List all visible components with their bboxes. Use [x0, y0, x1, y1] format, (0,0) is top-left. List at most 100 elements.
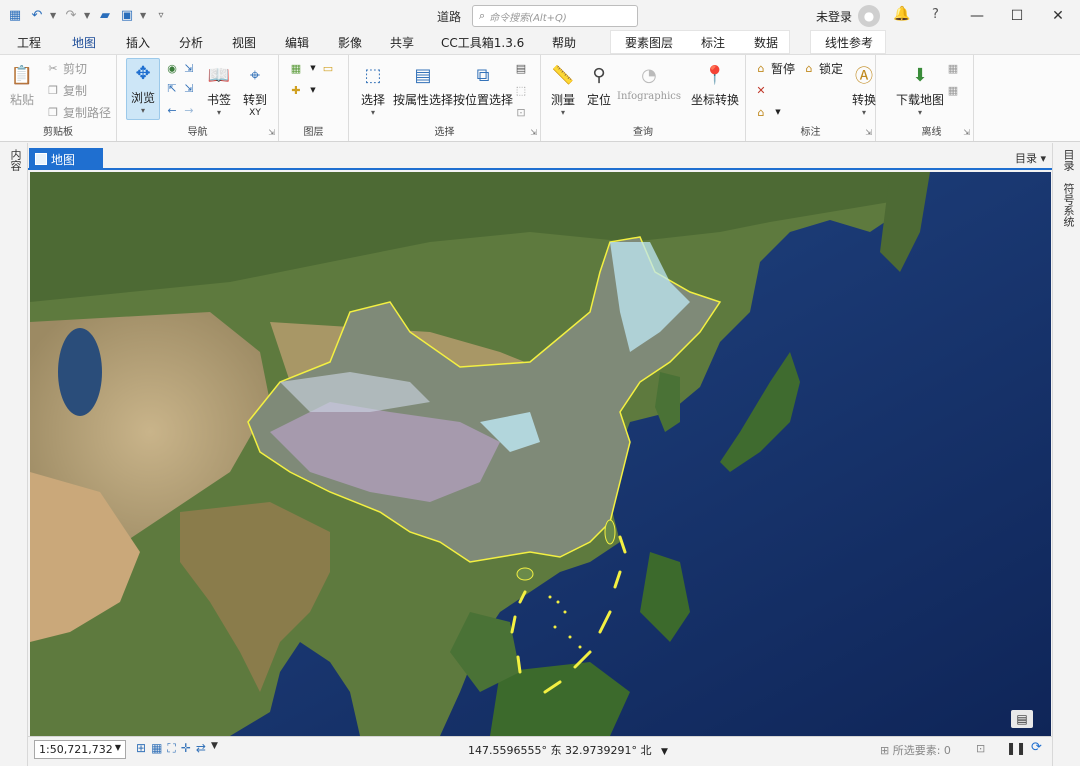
select-by-attributes-button[interactable]: ▤ 按属性选择: [393, 61, 453, 108]
copy-button[interactable]: ❐ 复制: [46, 81, 87, 99]
search-icon: ⌕: [479, 9, 486, 22]
convert-labels-button[interactable]: Ⓐ 转换 ▾: [850, 61, 878, 117]
open-folder-icon[interactable]: ▰: [96, 6, 114, 24]
tab-project[interactable]: 工程: [17, 34, 41, 51]
selection-group: ⬚ 选择 ▾ ▤ 按属性选择 ⧉ 按位置选择 ▤ ⬚ ⊡ 选择 ⇲: [349, 55, 541, 141]
copy-path-button[interactable]: ❐ 复制路径: [46, 103, 111, 121]
command-search-input[interactable]: ⌕ 命令搜索(Alt+Q): [472, 5, 638, 27]
select-label: 选择: [360, 93, 385, 107]
dialog-launcher-icon[interactable]: ⇲: [530, 128, 537, 137]
refresh-disabled-icon[interactable]: ⊡: [976, 742, 985, 755]
clear-selection-button[interactable]: ⬚: [514, 81, 528, 99]
scale-selector[interactable]: 1:50,721,732 ▼: [34, 740, 126, 759]
label-convert-icon: Ⓐ: [855, 66, 873, 87]
locate-label: 定位: [586, 93, 611, 107]
close-icon[interactable]: ✕: [1043, 4, 1073, 28]
paste-button[interactable]: 📋 粘贴: [8, 61, 36, 108]
sync-icon: ▦: [947, 61, 959, 75]
navigate-group-label: 导航: [187, 127, 208, 138]
cut-button[interactable]: ✂ 剪切: [46, 59, 87, 77]
inquiry-group-label: 查询: [633, 127, 653, 138]
tab-analysis[interactable]: 分析: [179, 34, 203, 51]
maximize-icon[interactable]: ☐: [1002, 4, 1032, 28]
refresh-icon[interactable]: ⟳: [1031, 740, 1042, 755]
catalog-pane-tab[interactable]: 目录: [1060, 149, 1076, 171]
infographics-button[interactable]: ◔ Infographics: [617, 61, 681, 103]
snapping-icon[interactable]: ✛: [181, 741, 191, 756]
add-data-button[interactable]: ✚ ▼: [289, 81, 320, 99]
help-icon[interactable]: ?: [932, 7, 939, 22]
pause-labels-button[interactable]: ⌂ 暂停: [754, 59, 796, 77]
dialog-launcher-icon[interactable]: ⇲: [268, 128, 275, 137]
fixed-zoom-button[interactable]: ⇱ ⇲: [165, 79, 196, 97]
lock-labels-button[interactable]: ⌂ 锁定: [802, 59, 844, 77]
more-labels-button[interactable]: ⌂ ▼: [754, 103, 785, 121]
map-canvas[interactable]: ▤: [30, 172, 1051, 736]
attributes-button[interactable]: ▤: [514, 59, 528, 77]
back-arrow-icon: ←: [167, 103, 177, 117]
labeling-group-label: 标注: [800, 127, 821, 138]
user-avatar-icon[interactable]: ●: [858, 5, 880, 27]
unplaced-labels-button[interactable]: ✕: [754, 81, 768, 99]
measure-button[interactable]: 📏 测量 ▾: [549, 61, 577, 118]
signin-status[interactable]: 未登录: [816, 8, 852, 25]
tab-insert[interactable]: 插入: [126, 34, 150, 51]
select-button[interactable]: ⬚ 选择 ▾: [359, 61, 387, 118]
tab-map[interactable]: 地图: [72, 34, 97, 56]
label-options-icon: ⌂: [757, 105, 765, 119]
chevron-down-icon[interactable]: ▼: [140, 11, 148, 20]
map-notes-icon[interactable]: ▤: [1011, 710, 1033, 728]
copy-icon: ❐: [48, 83, 58, 97]
dialog-launcher-icon[interactable]: ⇲: [963, 128, 970, 137]
convert-coordinates-button[interactable]: 📍 坐标转换: [691, 61, 739, 108]
tab-view[interactable]: 视图: [232, 34, 256, 51]
tab-help[interactable]: 帮助: [552, 34, 576, 51]
fit-extent-icon[interactable]: ⛶: [167, 741, 175, 756]
tab-edit[interactable]: 编辑: [285, 34, 309, 51]
pan-toggle-icon[interactable]: ⇄: [196, 741, 206, 756]
goto-xy-button[interactable]: ⌖ 转到 XY: [241, 61, 269, 119]
add-grid-icon[interactable]: ⊞: [136, 741, 146, 756]
full-extent-button[interactable]: ◉ ⇲: [165, 59, 196, 77]
tab-feature-layer[interactable]: 要素图层: [625, 34, 673, 51]
chevron-down-icon[interactable]: ▼: [84, 11, 92, 20]
tab-cc-toolbox[interactable]: CC工具箱1.3.6: [441, 34, 524, 51]
tab-share[interactable]: 共享: [390, 34, 414, 51]
app-window: ▦ ↶ ▼ ↷ ▼ ▰ ▣ ▼ ▿ 道路 ⌕ 命令搜索(Alt+Q) 未登录 ●…: [0, 0, 1080, 766]
contents-pane-tab[interactable]: 内容: [7, 149, 23, 171]
chevron-down-icon[interactable]: ▼: [661, 747, 668, 757]
sync-button[interactable]: ▦: [946, 59, 960, 77]
zoom-to-selection-button[interactable]: ⊡: [514, 103, 528, 121]
customize-qat-icon[interactable]: ▿: [152, 6, 170, 24]
undo-icon[interactable]: ↶: [28, 6, 46, 24]
notification-bell-icon[interactable]: 🔔: [893, 6, 910, 22]
select-by-location-button[interactable]: ⧉ 按位置选择: [453, 61, 513, 108]
bookmarks-button[interactable]: 📖 书签 ▾: [205, 61, 233, 118]
select-by-location-label: 按位置选择: [453, 93, 514, 107]
explore-button[interactable]: ✥ 浏览 ▾: [126, 58, 160, 120]
tab-labeling[interactable]: 标注: [701, 34, 725, 51]
pause-drawing-icon[interactable]: ❚❚: [1006, 741, 1026, 755]
tab-linear-referencing[interactable]: 线性参考: [825, 34, 873, 51]
redo-icon[interactable]: ↷: [62, 6, 80, 24]
previous-next-extent[interactable]: ← →: [165, 101, 196, 119]
dialog-launcher-icon[interactable]: ⇲: [865, 128, 872, 137]
chevron-down-icon[interactable]: ▼: [211, 741, 218, 756]
map-view-menu[interactable]: 目录 ▾: [1015, 150, 1046, 166]
tab-imagery[interactable]: 影像: [338, 34, 362, 51]
download-map-button[interactable]: ⬇ 下载地图 ▾: [896, 61, 944, 118]
basemap-button[interactable]: ▦ ▼: [289, 59, 320, 77]
locate-button[interactable]: ⚲ 定位: [585, 61, 613, 108]
save-icon[interactable]: ▣: [118, 6, 136, 24]
symbology-pane-tab[interactable]: 符号系统: [1060, 183, 1076, 227]
chevron-down-icon[interactable]: ▼: [50, 11, 58, 20]
chevron-down-icon: ▼: [310, 64, 316, 72]
bookmarks-label: 书签: [206, 93, 231, 107]
tab-data[interactable]: 数据: [754, 34, 778, 51]
add-preset-button[interactable]: ▭: [321, 59, 335, 77]
map-view-tab[interactable]: 地图: [29, 148, 103, 170]
minimize-icon[interactable]: —: [962, 4, 992, 28]
chevron-down-icon: ▾: [861, 108, 866, 117]
table-icon[interactable]: ▦: [151, 741, 162, 756]
remove-offline-button[interactable]: ▦: [946, 81, 960, 99]
